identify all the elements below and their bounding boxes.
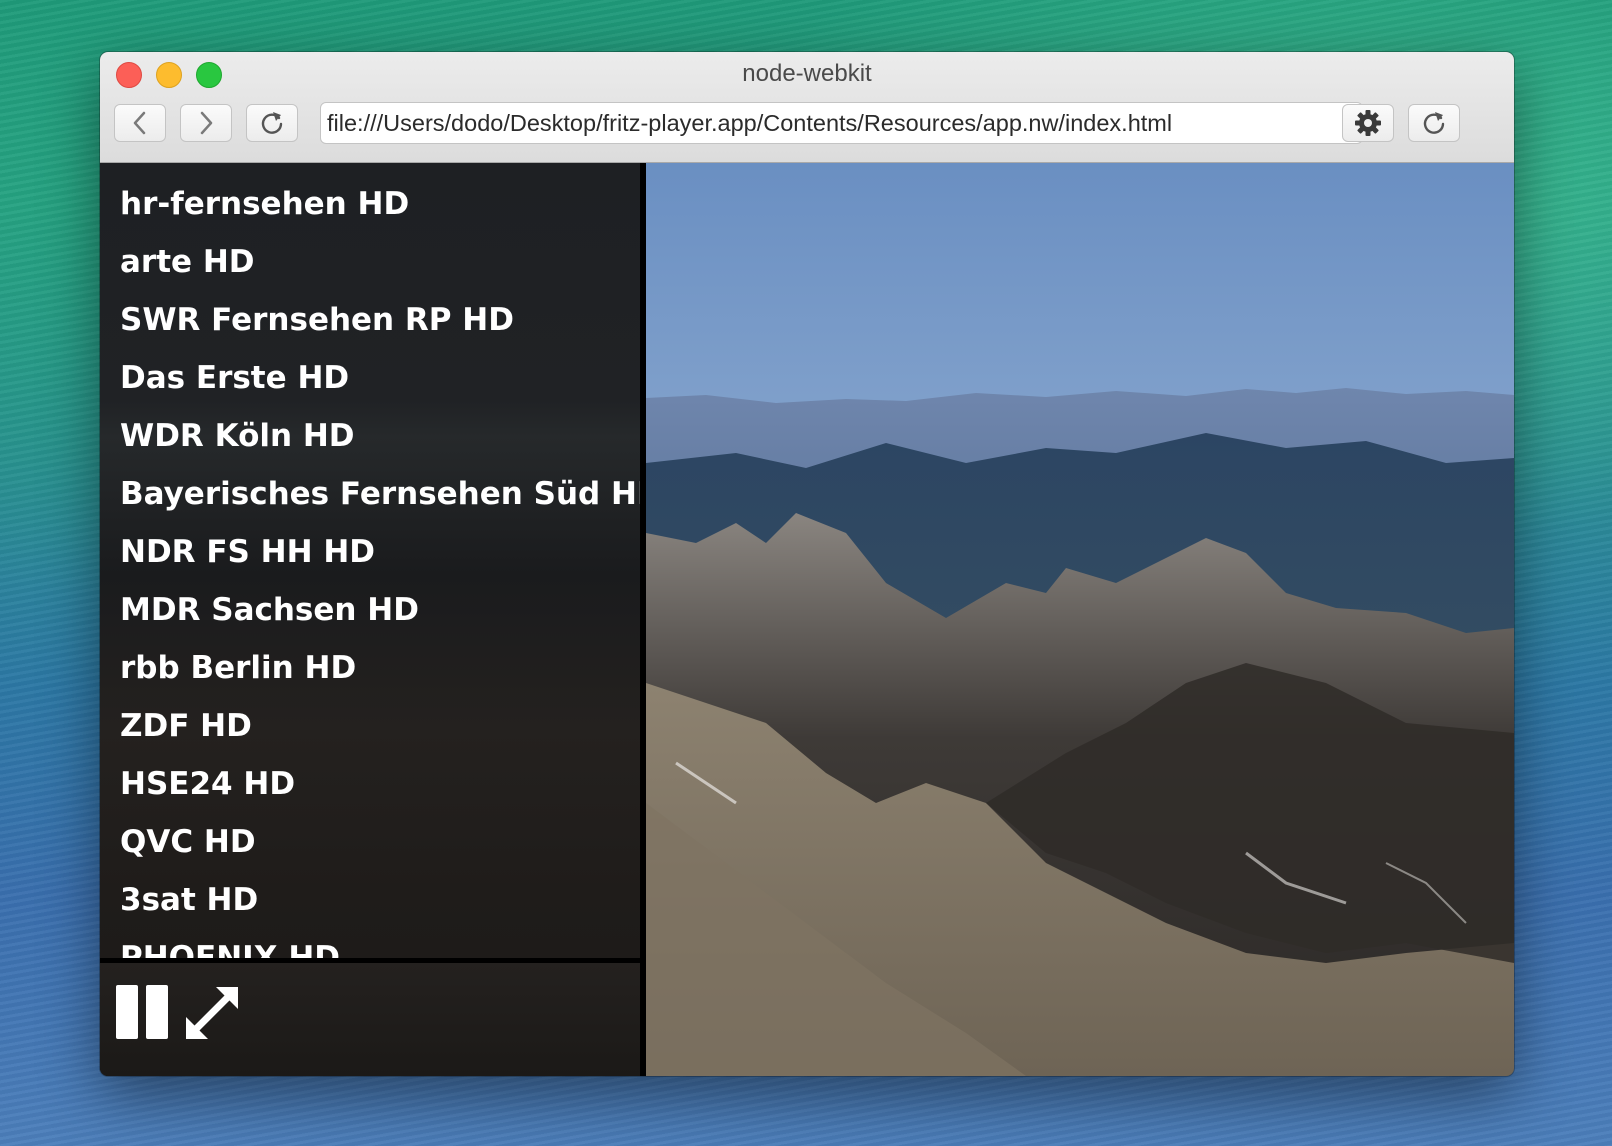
- channel-sidebar: hr-fernsehen HD arte HD SWR Fernsehen RP…: [100, 163, 640, 1076]
- channel-item[interactable]: rbb Berlin HD: [100, 639, 640, 697]
- chevron-right-icon: [200, 111, 213, 135]
- url-input[interactable]: file:///Users/dodo/Desktop/fritz-player.…: [320, 102, 1363, 144]
- chevron-left-icon: [133, 111, 146, 135]
- player-controls: [100, 958, 640, 1076]
- channel-item[interactable]: NDR FS HH HD: [100, 523, 640, 581]
- channel-list: hr-fernsehen HD arte HD SWR Fernsehen RP…: [100, 175, 640, 987]
- fullscreen-icon: [186, 987, 238, 1039]
- fullscreen-button[interactable]: [182, 983, 242, 1043]
- window-title: node-webkit: [742, 60, 872, 87]
- reload-button[interactable]: [246, 104, 298, 142]
- channel-item[interactable]: WDR Köln HD: [100, 407, 640, 465]
- video-frame: [646, 163, 1514, 1076]
- app-window: node-webkit file:///Users/dodo/Desktop/f…: [100, 52, 1514, 1076]
- reload-icon: [261, 112, 283, 134]
- settings-button[interactable]: [1342, 104, 1394, 142]
- video-player[interactable]: [646, 163, 1514, 1076]
- channel-item[interactable]: 3sat HD: [100, 871, 640, 929]
- channel-item[interactable]: SWR Fernsehen RP HD: [100, 291, 640, 349]
- window-titlebar: node-webkit file:///Users/dodo/Desktop/f…: [100, 52, 1514, 163]
- refresh-app-button[interactable]: [1408, 104, 1460, 142]
- forward-button[interactable]: [180, 104, 232, 142]
- channel-item[interactable]: QVC HD: [100, 813, 640, 871]
- channel-item[interactable]: arte HD: [100, 233, 640, 291]
- reload-icon: [1423, 112, 1445, 134]
- channel-item[interactable]: ZDF HD: [100, 697, 640, 755]
- pause-icon: [116, 985, 168, 1039]
- sidebar-divider: [640, 163, 646, 1076]
- channel-item[interactable]: Bayerisches Fernsehen Süd HD: [100, 465, 640, 523]
- channel-item[interactable]: hr-fernsehen HD: [100, 175, 640, 233]
- channel-item[interactable]: Das Erste HD: [100, 349, 640, 407]
- channel-item[interactable]: HSE24 HD: [100, 755, 640, 813]
- channel-item[interactable]: MDR Sachsen HD: [100, 581, 640, 639]
- gear-icon: [1355, 110, 1381, 136]
- back-button[interactable]: [114, 104, 166, 142]
- pause-button[interactable]: [114, 983, 174, 1043]
- app-content: hr-fernsehen HD arte HD SWR Fernsehen RP…: [100, 163, 1514, 1076]
